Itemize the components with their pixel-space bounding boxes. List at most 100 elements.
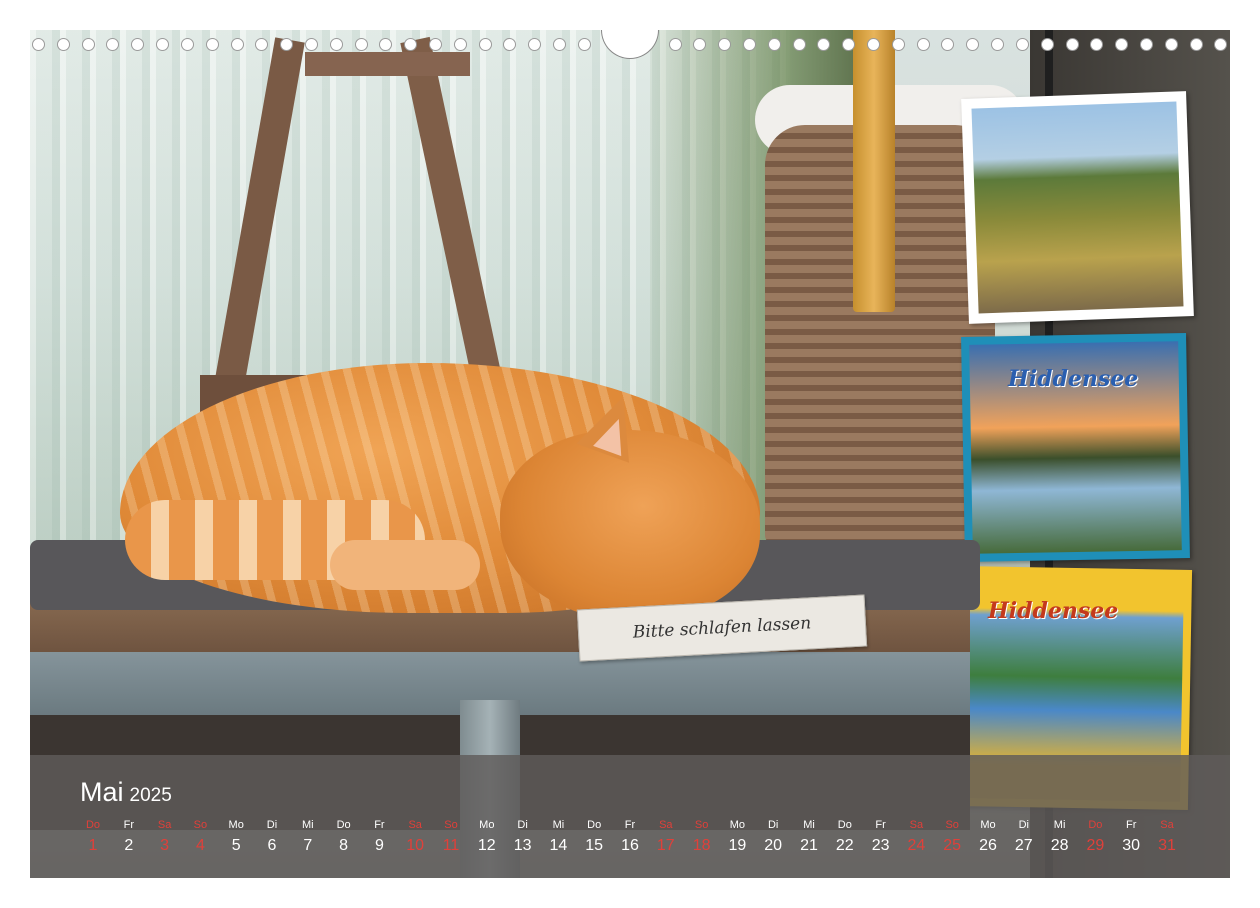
binding-hole: [354, 37, 368, 51]
binding-hole: [1189, 37, 1203, 51]
weekday-label: Sa: [659, 819, 673, 831]
weekday-label: Mi: [1053, 819, 1066, 831]
binding-hole: [553, 37, 567, 51]
calendar-day: Sa 10: [397, 817, 433, 859]
day-number: 23: [871, 837, 890, 854]
calendar-day: Fr 16: [612, 817, 648, 859]
calendar-page: Hiddensee Hiddensee Bitte schlafen lasse…: [0, 0, 1260, 908]
binding-hole: [941, 37, 955, 51]
day-number: 3: [160, 837, 170, 854]
binding-hole: [1090, 37, 1104, 51]
weekday-label: So: [694, 819, 709, 831]
calendar-day: Fr 23: [863, 817, 899, 859]
weekday-label: Mo: [980, 819, 996, 831]
binding-hole: [1040, 37, 1054, 51]
binding-hole: [842, 37, 856, 51]
weekday-label: Do: [587, 819, 602, 831]
day-number: 16: [621, 837, 639, 854]
binding-hole: [106, 37, 120, 51]
weekday-label: Mi: [301, 819, 314, 831]
day-number: 27: [1014, 837, 1033, 854]
calendar-days: Do 1 Fr 2 Sa 3 So 4 Mo 5 Di 6 Mi 7 Do 8 Fr 9 Sa 10 So 11 Mo 12 D…: [75, 817, 1185, 867]
binding-hole: [817, 37, 831, 51]
binding-hole: [693, 37, 707, 51]
calendar-title: Mai 2025: [80, 777, 172, 808]
binding-hole: [280, 37, 294, 51]
day-number: 24: [907, 837, 926, 854]
month-name: Mai: [80, 777, 124, 807]
binding-hole: [156, 37, 170, 51]
day-number: 13: [513, 837, 532, 854]
binding-hole: [1139, 37, 1153, 51]
calendar-day: Do 8: [326, 817, 362, 859]
binding-hole: [528, 37, 542, 51]
binding-hole: [1115, 37, 1129, 51]
postcard-landscape: [961, 91, 1194, 324]
calendar-day: Di 13: [505, 817, 541, 859]
binding-hole: [767, 37, 781, 51]
cat-photo: Hiddensee Hiddensee Bitte schlafen lasse…: [30, 30, 1230, 878]
weekday-label: Fr: [1125, 819, 1137, 831]
weekday-label: Fr: [875, 819, 886, 831]
weekday-label: Do: [1088, 819, 1103, 831]
calendar-day: Mi 21: [791, 817, 827, 859]
weekday-label: Fr: [123, 819, 134, 831]
day-number: 15: [585, 837, 604, 854]
calendar-day: Mi 7: [290, 817, 326, 859]
calendar-strip: Mai 2025 Do 1 Fr 2 Sa 3 So 4 Mo 5 Di 6 Mi 7 Do 8 Fr 9 Sa 10 S…: [30, 755, 1230, 878]
easel-crossbar: [305, 52, 470, 76]
weekday-label: Mo: [228, 819, 244, 831]
binding-hole: [891, 37, 905, 51]
binding-hole: [255, 37, 269, 51]
day-number: 6: [267, 837, 277, 854]
binding-hole: [668, 37, 682, 51]
binding-hole: [205, 37, 219, 51]
postcard-label: Hiddensee: [1008, 366, 1139, 392]
weekday-label: Sa: [408, 819, 422, 831]
cat-paw: [330, 540, 480, 590]
calendar-day: Fr 30: [1113, 817, 1149, 859]
binding-hole: [503, 37, 517, 51]
wooden-pole: [853, 30, 895, 312]
calendar-day: Sa 17: [648, 817, 684, 859]
day-number: 26: [979, 837, 997, 854]
calendar-day: Mo 26: [970, 817, 1006, 859]
calendar-day: Mo 5: [218, 817, 254, 859]
day-number: 12: [477, 837, 496, 854]
calendar-day: Mi 14: [540, 817, 576, 859]
weekday-label: Do: [85, 819, 101, 831]
binding-hole: [32, 37, 45, 51]
weekday-label: Mo: [479, 819, 495, 831]
binding-hole: [230, 37, 244, 51]
day-number: 11: [442, 837, 460, 854]
binding-hole: [718, 37, 732, 51]
calendar-day: Di 6: [254, 817, 290, 859]
calendar-day: Mi 28: [1042, 817, 1078, 859]
calendar-day: Fr 9: [361, 817, 397, 859]
day-number: 8: [339, 837, 349, 854]
day-number: 31: [1158, 837, 1176, 854]
day-number: 14: [549, 837, 568, 854]
day-number: 5: [231, 837, 241, 854]
calendar-day: Di 20: [755, 817, 791, 859]
weekday-label: Di: [517, 819, 528, 831]
calendar-day: Do 22: [827, 817, 863, 859]
calendar-day: Fr 2: [111, 817, 147, 859]
calendar-day: Mo 12: [469, 817, 505, 859]
weekday-label: Mi: [803, 819, 815, 831]
day-number: 19: [728, 837, 747, 854]
day-number: 7: [303, 837, 313, 854]
calendar-day: Di 27: [1006, 817, 1042, 859]
day-number: 30: [1122, 837, 1141, 854]
day-number: 29: [1086, 837, 1105, 854]
binding-hole: [867, 37, 880, 51]
day-number: 2: [124, 837, 134, 854]
day-number: 20: [764, 837, 783, 854]
weekday-label: Di: [266, 819, 278, 831]
binding-hole: [1015, 37, 1029, 51]
calendar-day: Sa 3: [147, 817, 183, 859]
binding-hole: [304, 37, 318, 51]
binding-hole: [1065, 37, 1079, 51]
day-number: 10: [406, 837, 425, 854]
binding-hole: [792, 37, 806, 51]
